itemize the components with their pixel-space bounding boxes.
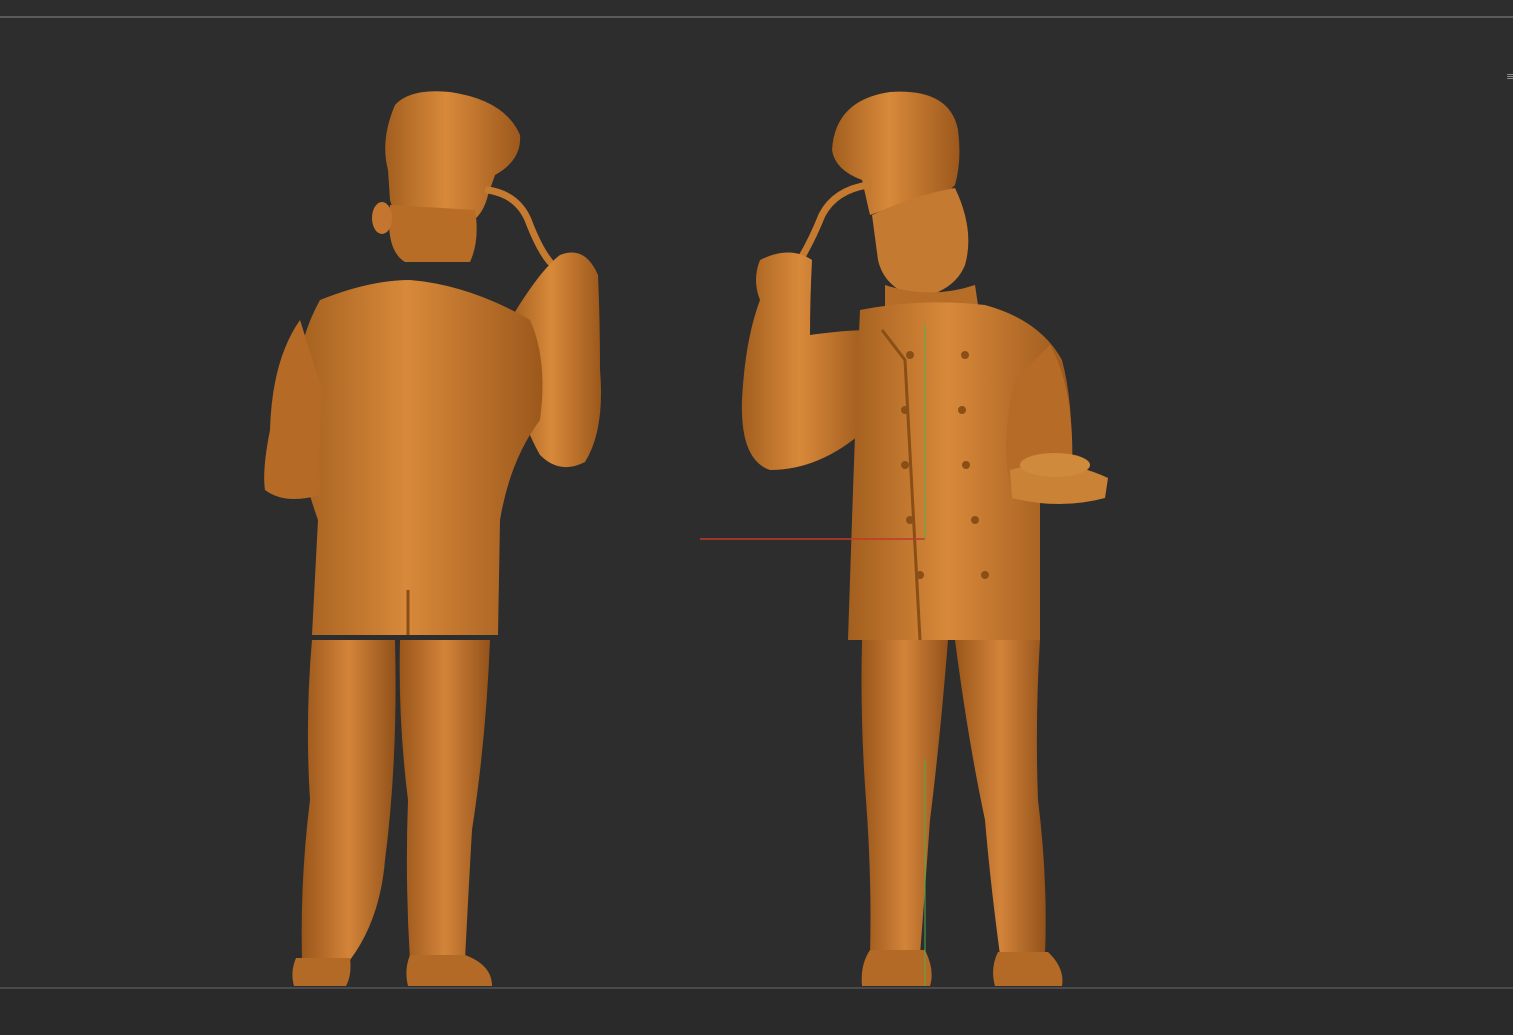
viewport-edge-marker: ≡ — [1506, 70, 1513, 83]
back-chef-head — [389, 205, 477, 262]
front-chef-left-leg — [861, 640, 948, 955]
back-chef-right-leg — [399, 640, 490, 960]
chef-back-view-model[interactable] — [264, 91, 601, 986]
back-chef-left-shoe — [292, 958, 351, 986]
front-chef-right-shoe — [993, 952, 1063, 986]
front-chef-spoon — [796, 181, 872, 264]
3d-viewport[interactable]: ≡ — [0, 0, 1513, 1035]
scene-canvas[interactable] — [0, 0, 1513, 1035]
front-chef-raised-arm — [741, 252, 870, 470]
back-chef-left-leg — [301, 640, 396, 960]
front-chef-left-shoe — [861, 950, 932, 986]
back-chef-spoon — [484, 186, 554, 266]
back-chef-ear — [372, 202, 392, 234]
front-chef-right-leg — [955, 640, 1046, 955]
front-chef-bread — [1020, 453, 1090, 477]
viewport-bottom-band — [0, 989, 1513, 1035]
back-chef-jacket — [294, 280, 543, 635]
back-chef-right-shoe — [406, 955, 492, 986]
